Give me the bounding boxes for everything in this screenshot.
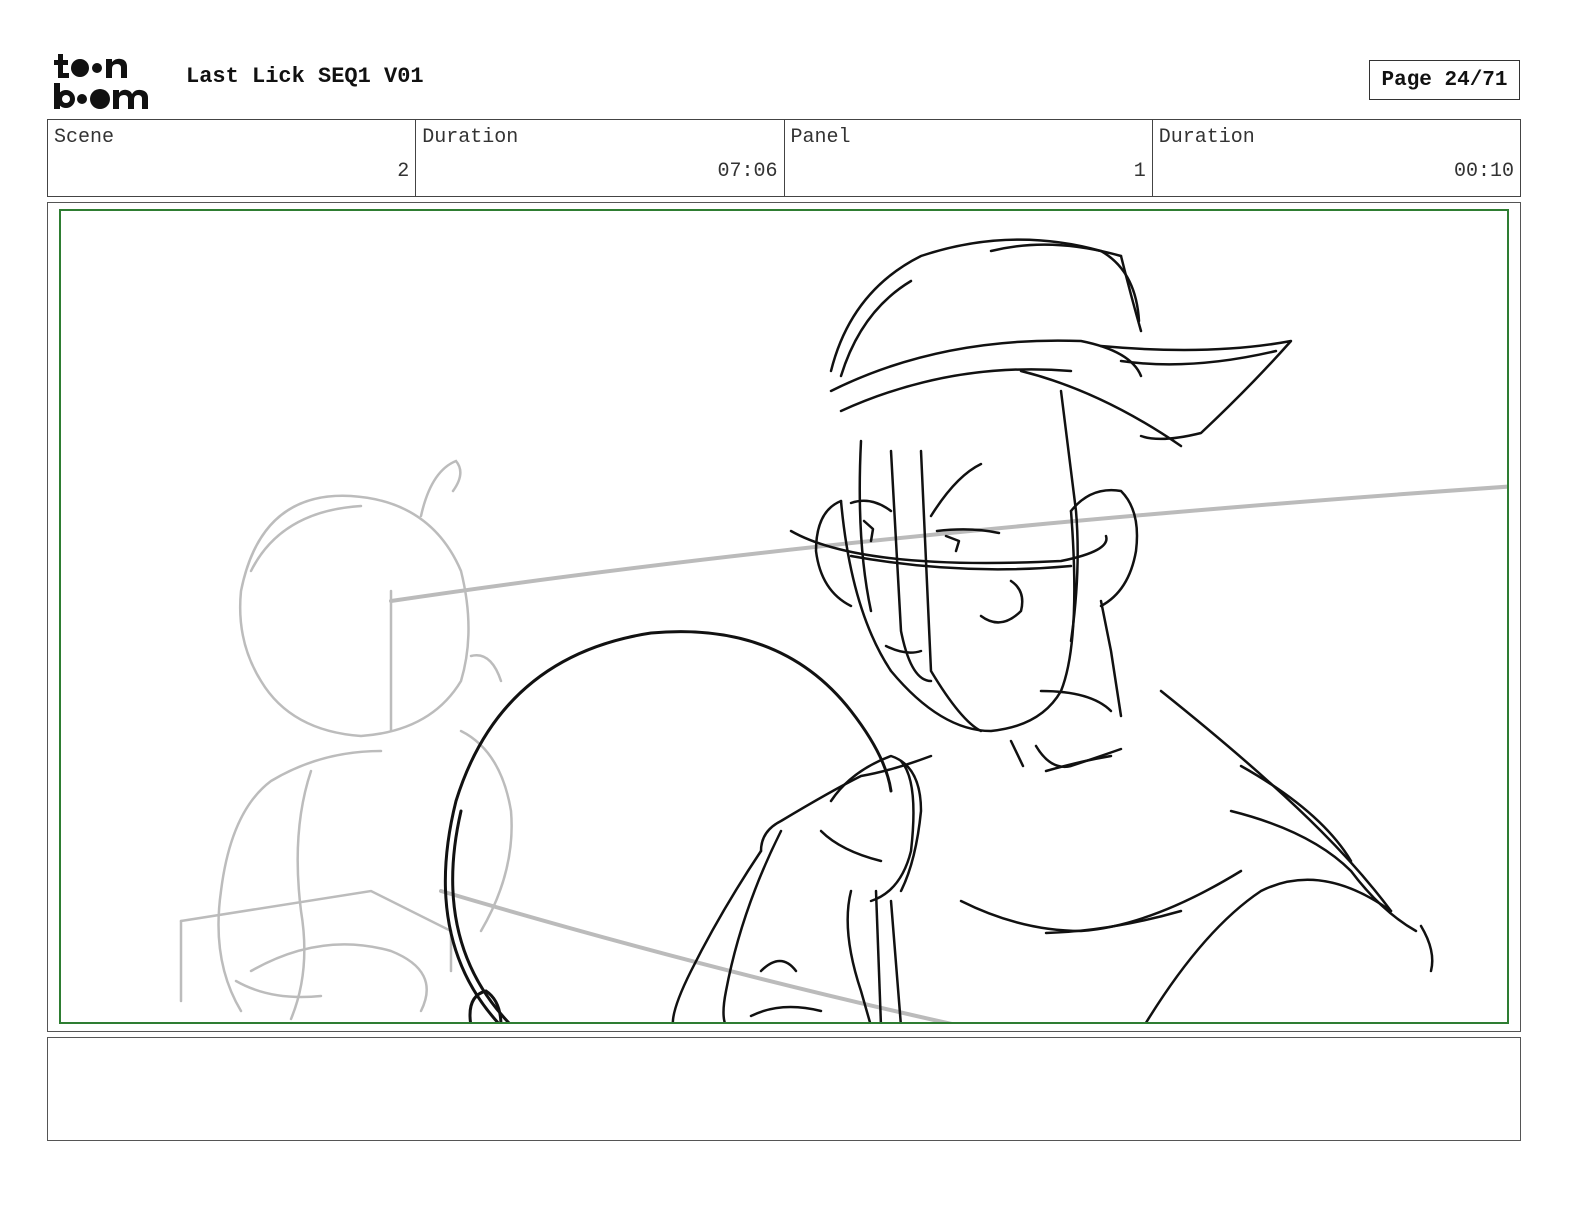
scene-cell: Scene 2 — [48, 120, 417, 196]
page-indicator: Page 24/71 — [1369, 60, 1520, 100]
panel-cell: Panel 1 — [785, 120, 1153, 196]
scene-duration-value: 07:06 — [717, 160, 778, 183]
panel-value: 1 — [1133, 160, 1146, 183]
scene-label: Scene — [54, 126, 115, 149]
panel-safe-area — [59, 209, 1509, 1024]
toonboom-logo — [52, 50, 164, 112]
panel-duration-label: Duration — [1158, 126, 1255, 149]
scene-value: 2 — [397, 160, 410, 183]
scene-duration-cell: Duration 07:06 — [416, 120, 785, 196]
panel-duration-cell: Duration 00:10 — [1153, 120, 1520, 196]
info-table: Scene 2 Duration 07:06 Panel 1 Duration … — [47, 119, 1521, 197]
storyboard-sketch — [179, 238, 1507, 1022]
scene-duration-label: Duration — [422, 126, 519, 149]
notes-box — [47, 1037, 1521, 1141]
panel-label: Panel — [790, 126, 851, 149]
page-label: Page 24/71 — [1381, 68, 1508, 92]
panel-duration-value: 00:10 — [1453, 160, 1514, 183]
sequence-title: Last Lick SEQ1 V01 — [186, 64, 424, 89]
